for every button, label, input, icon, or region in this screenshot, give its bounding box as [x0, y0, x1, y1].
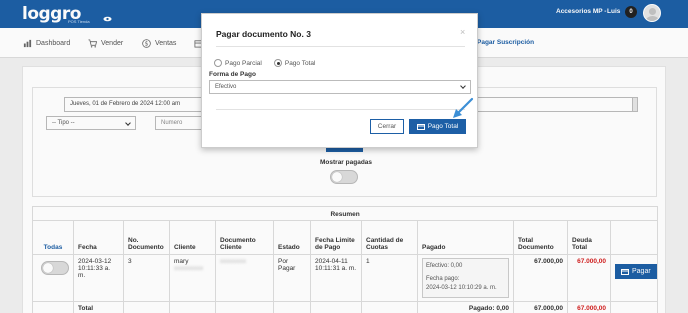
radio-selected-icon — [273, 59, 282, 67]
close-icon[interactable]: × — [460, 27, 465, 37]
modal-title: Pagar documento No. 3 — [216, 29, 311, 39]
cerrar-button[interactable]: Cerrar — [370, 119, 404, 134]
forma-pago-label: Forma de Pago — [209, 71, 256, 78]
radio-pago-parcial[interactable]: Pago Parcial — [214, 59, 262, 67]
radio-icon — [214, 59, 222, 67]
divider — [216, 46, 465, 47]
radio-label: Pago Parcial — [225, 59, 262, 67]
payment-type-group: Pago Parcial Pago Total — [214, 59, 321, 67]
forma-pago-select[interactable]: Efectivo — [209, 80, 471, 94]
radio-label: Pago Total — [284, 59, 316, 67]
card-icon — [416, 123, 425, 130]
pago-total-label: Pago Total — [427, 123, 459, 130]
radio-pago-total[interactable]: Pago Total — [273, 59, 316, 67]
pago-total-button[interactable]: Pago Total — [409, 119, 466, 134]
annotation-arrow-icon — [453, 97, 474, 118]
payment-modal: Pagar documento No. 3 × Pago Parcial Pag… — [201, 13, 478, 148]
divider — [216, 109, 465, 110]
